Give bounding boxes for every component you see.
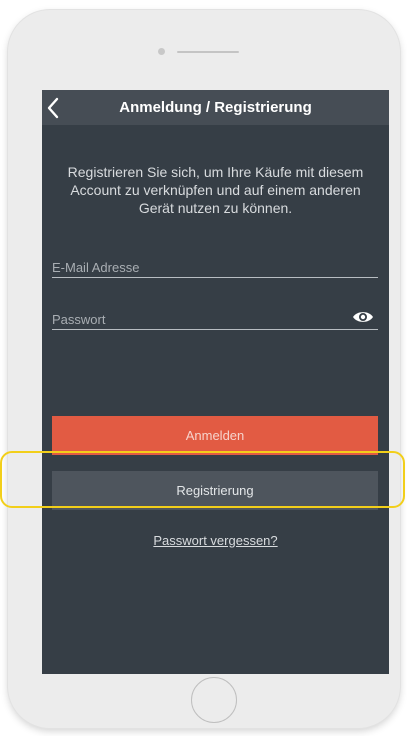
email-field[interactable] [52,260,342,275]
home-button[interactable] [191,677,237,723]
intro-text: Registrieren Sie sich, um Ihre Käufe mit… [67,164,364,216]
login-button[interactable]: Anmelden [52,416,378,455]
register-button[interactable]: Registrierung [52,471,378,510]
email-field-container [52,254,378,278]
eye-icon[interactable] [352,310,374,324]
password-field-container [52,306,378,330]
page-title: Anmeldung / Registrierung [119,99,312,116]
navigation-bar: Anmeldung / Registrierung [42,90,389,125]
app-screen: Anmeldung / Registrierung Registrieren S… [42,90,389,674]
speaker-grille [177,51,239,53]
forgot-password-link[interactable]: Passwort vergessen? [42,533,389,548]
password-field[interactable] [52,312,342,327]
camera-icon [158,48,165,55]
phone-frame: Anmeldung / Registrierung Registrieren S… [8,10,400,728]
